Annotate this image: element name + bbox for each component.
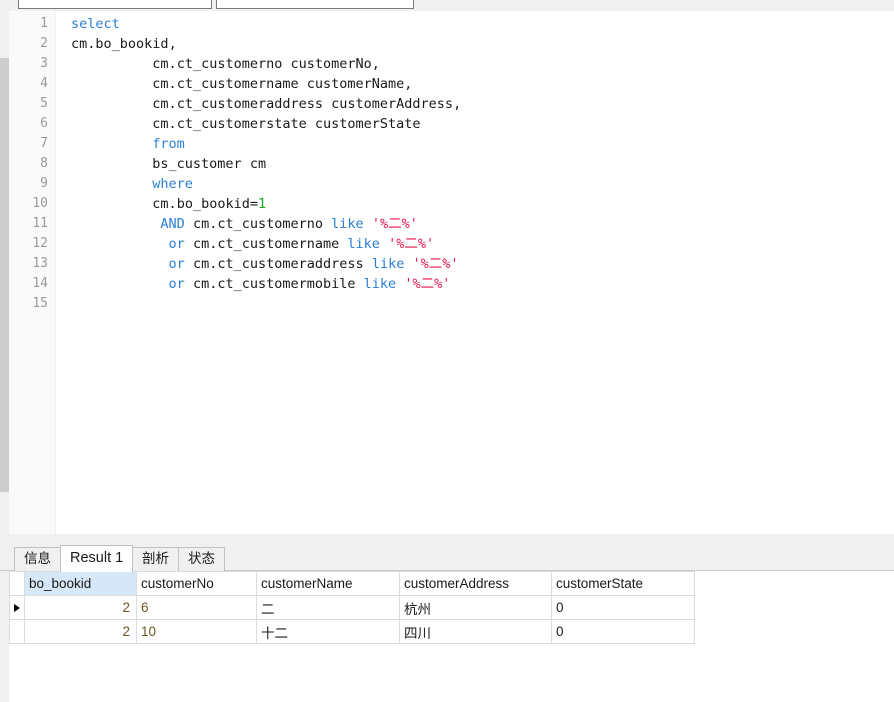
line-number: 7 — [40, 136, 48, 151]
results-tab-4[interactable]: 状态 — [178, 547, 225, 571]
editor-results-divider[interactable] — [0, 534, 894, 544]
column-header-customerno[interactable]: customerNo — [136, 571, 257, 596]
code-line[interactable] — [57, 294, 894, 314]
column-header-customerstate[interactable]: customerState — [551, 571, 695, 596]
sql-editor-window: 1 2 3 4 5 6 7 8 9 10 11 12 13 14 15 select cm.bo_bookid… — [0, 0, 894, 702]
code-line[interactable]: or cm.ct_customermobile like '%二%' — [57, 274, 894, 294]
line-number: 14 — [32, 276, 48, 291]
current-row-arrow-icon — [14, 604, 20, 613]
cell-bo_bookid[interactable]: 2 — [24, 619, 137, 644]
code-line[interactable]: cm.ct_customerno customerNo, — [57, 54, 894, 74]
table-row[interactable]: 2 6 二杭州 0 — [9, 595, 695, 620]
line-number: 15 — [32, 296, 48, 311]
results-tab-1[interactable]: 信息 — [14, 547, 61, 571]
cell-customeraddress[interactable]: 四川 — [399, 619, 552, 644]
column-header-customeraddress[interactable]: customerAddress — [399, 571, 552, 596]
code-line[interactable]: where — [57, 174, 894, 194]
row-indicator-cell[interactable] — [9, 595, 25, 620]
sql-code-editor[interactable]: 1 2 3 4 5 6 7 8 9 10 11 12 13 14 15 select cm.bo_bookid… — [9, 11, 894, 534]
line-number: 6 — [40, 116, 48, 131]
results-tab-3[interactable]: 剖析 — [132, 547, 179, 571]
table-row[interactable]: 2 10 十二 四川 0 — [9, 619, 695, 644]
line-number: 10 — [32, 196, 48, 211]
table-header-row: bo_bookid customerNo customerName custom… — [9, 571, 695, 596]
column-header-bo-bookid[interactable]: bo_bookid — [24, 571, 137, 596]
column-header-customername[interactable]: customerName — [256, 571, 400, 596]
code-line[interactable]: cm.bo_bookid=1 — [57, 194, 894, 214]
cell-customerno[interactable]: 6 — [136, 595, 257, 620]
code-line[interactable]: cm.ct_customerstate customerState — [57, 114, 894, 134]
results-grid-panel: bo_bookid customerNo customerName custom… — [0, 571, 894, 702]
line-number: 8 — [40, 156, 48, 171]
results-tab-bar: 信息 Result 1 剖析 状态 — [0, 544, 894, 572]
toolbar-input-two[interactable] — [216, 0, 414, 9]
code-line[interactable]: cm.bo_bookid, — [57, 34, 894, 54]
code-line[interactable]: bs_customer cm — [57, 154, 894, 174]
results-table: bo_bookid customerNo customerName custom… — [9, 571, 695, 644]
code-text-area[interactable]: select cm.bo_bookid, cm.ct_customerno cus… — [57, 11, 894, 534]
cell-bo_bookid[interactable]: 2 — [24, 595, 137, 620]
cell-customerstate[interactable]: 0 — [551, 595, 695, 620]
line-number: 13 — [32, 256, 48, 271]
cell-customerno[interactable]: 10 — [136, 619, 257, 644]
line-number: 12 — [32, 236, 48, 251]
code-line[interactable]: cm.ct_customername customerName, — [57, 74, 894, 94]
code-line[interactable]: or cm.ct_customername like '%二%' — [57, 234, 894, 254]
line-number: 2 — [40, 36, 48, 51]
cell-customeraddress[interactable]: 杭州 — [399, 595, 552, 620]
code-line[interactable]: from — [57, 134, 894, 154]
line-number: 11 — [32, 216, 48, 231]
code-line[interactable]: AND cm.ct_customerno like '%二%' — [57, 214, 894, 234]
results-left-rail — [0, 571, 9, 702]
line-number: 1 — [40, 16, 48, 31]
cell-customername[interactable]: 二 — [256, 595, 400, 620]
scrollbar-thumb[interactable] — [0, 58, 9, 492]
code-line[interactable]: or cm.ct_customeraddress like '%二%' — [57, 254, 894, 274]
line-number: 5 — [40, 96, 48, 111]
row-indicator-header — [9, 571, 25, 596]
line-number: 4 — [40, 76, 48, 91]
line-number: 3 — [40, 56, 48, 71]
code-line[interactable]: select — [57, 14, 894, 34]
editor-vertical-scrollbar[interactable] — [0, 11, 9, 534]
row-indicator-cell[interactable] — [9, 619, 25, 644]
code-line[interactable]: cm.ct_customeraddress customerAddress, — [57, 94, 894, 114]
results-tab-2[interactable]: Result 1 — [60, 545, 134, 572]
line-number-gutter: 1 2 3 4 5 6 7 8 9 10 11 12 13 14 15 — [9, 11, 56, 534]
toolbar-input-one[interactable] — [18, 0, 212, 9]
cell-customername[interactable]: 十二 — [256, 619, 400, 644]
line-number: 9 — [40, 176, 48, 191]
cell-customerstate[interactable]: 0 — [551, 619, 695, 644]
top-toolbar — [0, 0, 894, 11]
